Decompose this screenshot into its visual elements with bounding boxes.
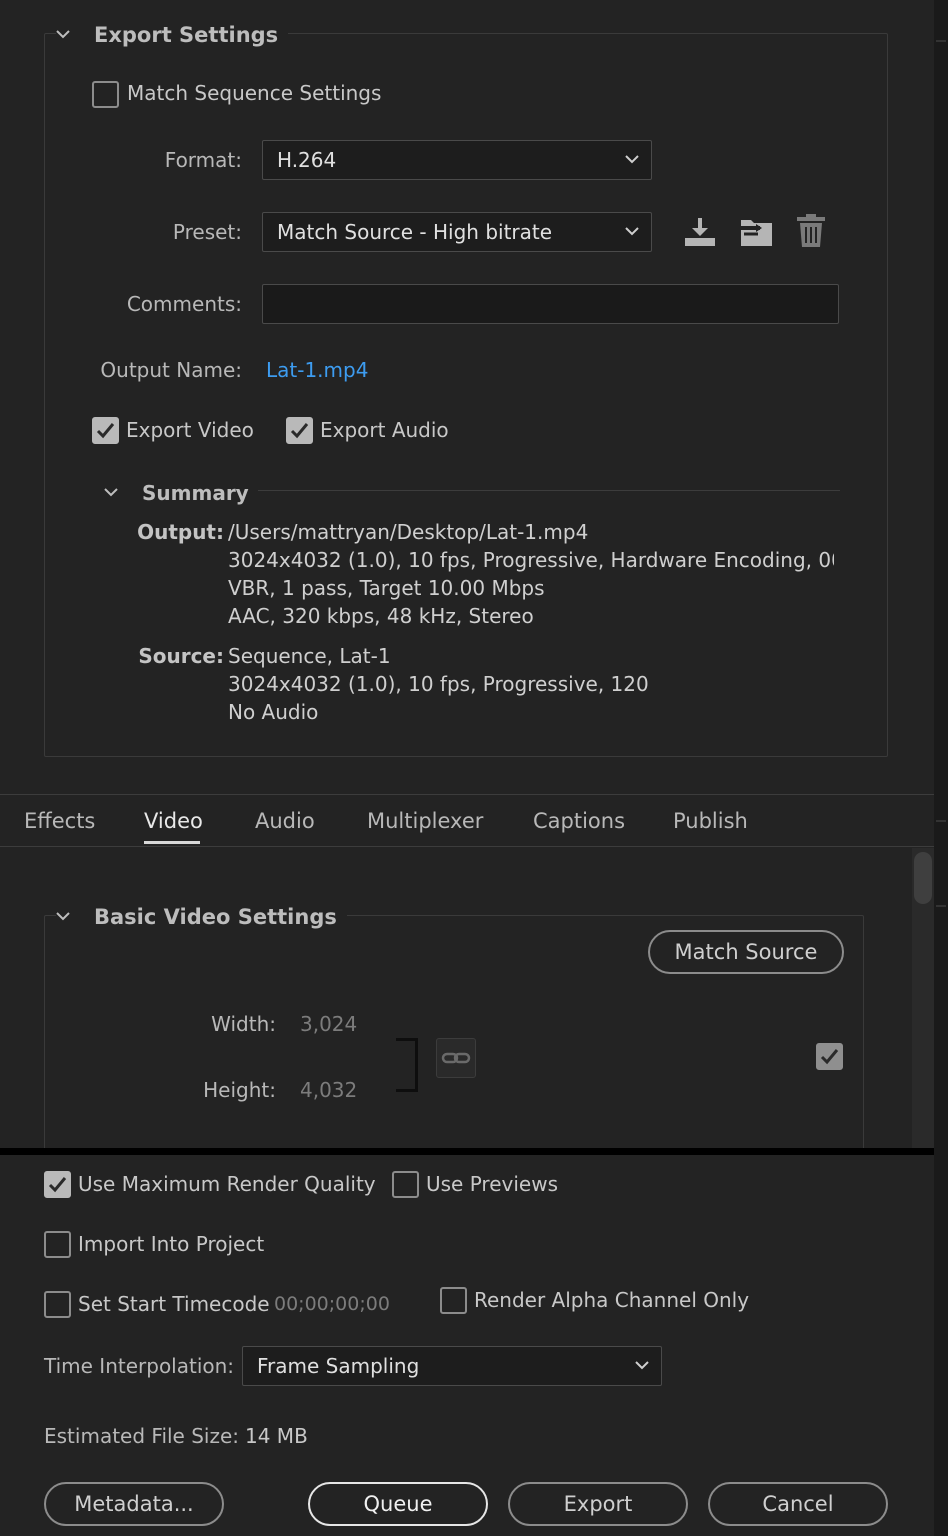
bottom-panel-divider: [0, 1148, 934, 1155]
summary-output-line: AAC, 320 kbps, 48 kHz, Stereo: [228, 604, 534, 628]
bottom-panel: [0, 1148, 934, 1536]
height-value[interactable]: 4,032: [300, 1078, 357, 1102]
tab-effects[interactable]: Effects: [24, 809, 95, 833]
preset-value: Match Source - High bitrate: [277, 220, 553, 244]
summary-output-line: /Users/mattryan/Desktop/Lat-1.mp4: [228, 520, 589, 544]
summary-header[interactable]: Summary: [104, 480, 259, 506]
export-settings-header[interactable]: Export Settings: [56, 21, 289, 49]
basic-video-checkbox[interactable]: [816, 1043, 843, 1070]
export-audio-label: Export Audio: [320, 418, 449, 442]
output-name-label: Output Name:: [100, 358, 242, 382]
max-render-quality-label: Use Maximum Render Quality: [78, 1172, 376, 1196]
chevron-down-icon: [625, 155, 639, 164]
chevron-down-icon[interactable]: [56, 29, 70, 41]
download-icon[interactable]: [682, 214, 718, 250]
summary-output-line: VBR, 1 pass, Target 10.00 Mbps: [228, 576, 545, 600]
summary-output-key: Output:: [137, 520, 224, 544]
basic-video-settings-header[interactable]: Basic Video Settings: [56, 903, 347, 931]
window-edge: [934, 0, 948, 1536]
chevron-down-icon[interactable]: [56, 911, 70, 923]
export-button[interactable]: Export: [508, 1482, 688, 1526]
time-interpolation-dropdown[interactable]: Frame Sampling: [242, 1346, 662, 1386]
import-into-project-checkbox[interactable]: [44, 1231, 71, 1258]
dimension-link-bracket: [396, 1038, 418, 1092]
tab-video[interactable]: Video: [144, 809, 203, 833]
link-icon[interactable]: [436, 1038, 476, 1078]
format-dropdown[interactable]: H.264: [262, 140, 652, 180]
preset-dropdown[interactable]: Match Source - High bitrate: [262, 212, 652, 252]
set-start-timecode-checkbox[interactable]: [44, 1291, 71, 1318]
export-video-label: Export Video: [126, 418, 254, 442]
tab-audio[interactable]: Audio: [255, 809, 315, 833]
import-into-project-label: Import Into Project: [78, 1232, 265, 1256]
summary-source-line: No Audio: [228, 700, 319, 724]
estimated-size-label: Estimated File Size:: [44, 1424, 240, 1448]
match-sequence-label: Match Sequence Settings: [127, 81, 382, 105]
chevron-down-icon: [625, 227, 639, 236]
export-audio-checkbox[interactable]: [286, 417, 313, 444]
time-interpolation-label: Time Interpolation:: [44, 1354, 235, 1378]
export-settings-title: Export Settings: [90, 23, 289, 47]
render-alpha-checkbox[interactable]: [440, 1287, 467, 1314]
import-folder-icon[interactable]: [738, 214, 776, 250]
tab-multiplexer[interactable]: Multiplexer: [367, 809, 483, 833]
use-previews-checkbox[interactable]: [392, 1171, 419, 1198]
preset-label: Preset:: [172, 220, 242, 244]
summary-title: Summary: [138, 481, 259, 505]
time-interpolation-value: Frame Sampling: [257, 1354, 420, 1378]
summary-source-line: 3024x4032 (1.0), 10 fps, Progressive, 12…: [228, 672, 649, 696]
format-value: H.264: [277, 148, 337, 172]
tab-video-underline: [144, 841, 200, 844]
start-timecode-value[interactable]: 00;00;00;00: [274, 1293, 390, 1315]
height-label: Height:: [203, 1078, 276, 1102]
tab-captions[interactable]: Captions: [533, 809, 625, 833]
metadata-button[interactable]: Metadata...: [44, 1482, 224, 1526]
width-label: Width:: [211, 1012, 276, 1036]
comments-field[interactable]: [262, 284, 839, 324]
tabs-top-divider: [0, 794, 934, 795]
max-render-quality-checkbox[interactable]: [44, 1171, 71, 1198]
queue-button[interactable]: Queue: [308, 1482, 488, 1526]
comments-label: Comments:: [126, 292, 242, 316]
summary-output-line: 3024x4032 (1.0), 10 fps, Progressive, Ha…: [228, 548, 834, 572]
summary-source-line: Sequence, Lat-1: [228, 644, 391, 668]
match-sequence-checkbox[interactable]: [92, 81, 119, 108]
basic-video-settings-title: Basic Video Settings: [90, 905, 347, 929]
render-alpha-label: Render Alpha Channel Only: [474, 1288, 750, 1312]
use-previews-label: Use Previews: [426, 1172, 558, 1196]
estimated-size-value: 14 MB: [245, 1424, 308, 1448]
summary-divider: [258, 490, 840, 491]
chevron-down-icon[interactable]: [104, 487, 118, 499]
output-name-link[interactable]: Lat-1.mp4: [266, 358, 368, 382]
format-label: Format:: [164, 148, 242, 172]
width-value[interactable]: 3,024: [300, 1012, 357, 1036]
summary-source-key: Source:: [138, 644, 224, 668]
tab-publish[interactable]: Publish: [673, 809, 748, 833]
match-source-button[interactable]: Match Source: [648, 930, 844, 974]
set-start-timecode-label: Set Start Timecode: [78, 1292, 270, 1316]
tabs-bottom-divider: [0, 846, 934, 847]
cancel-button[interactable]: Cancel: [708, 1482, 888, 1526]
trash-icon[interactable]: [795, 213, 827, 249]
scrollbar-thumb[interactable]: [914, 852, 932, 904]
export-video-checkbox[interactable]: [92, 417, 119, 444]
chevron-down-icon: [635, 1361, 649, 1370]
